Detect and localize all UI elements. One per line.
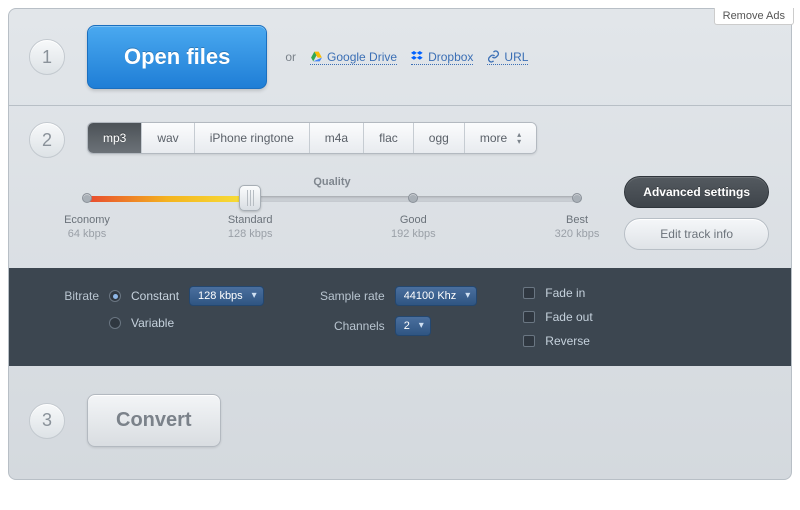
bitrate-variable-radio[interactable] xyxy=(109,317,121,329)
quality-rate-economy: 64 kbps xyxy=(52,228,122,240)
link-icon xyxy=(487,50,500,63)
channels-select[interactable]: 2 xyxy=(395,316,431,336)
sample-rate-select[interactable]: 44100 Khz xyxy=(395,286,478,306)
quality-tick-best[interactable] xyxy=(572,193,582,203)
dropbox-label: Dropbox xyxy=(428,50,473,64)
google-drive-icon xyxy=(310,50,323,63)
bitrate-constant-label: Constant xyxy=(131,289,179,303)
quality-slider-area: Quality Economy64 kbps Standard128 kbps … xyxy=(87,176,577,244)
url-label: URL xyxy=(504,50,528,64)
quality-slider[interactable] xyxy=(87,196,577,202)
format-tab-m4a[interactable]: m4a xyxy=(310,123,364,153)
more-stepper-icon: ▴▾ xyxy=(517,131,521,145)
converter-panel: 1 Open files or Google Drive Dropbox URL… xyxy=(8,8,792,480)
quality-rate-best: 320 kbps xyxy=(542,228,612,240)
quality-stop-economy: Economy xyxy=(52,214,122,226)
google-drive-link[interactable]: Google Drive xyxy=(310,50,397,65)
step-2-badge: 2 xyxy=(29,122,65,158)
quality-tick-economy[interactable] xyxy=(82,193,92,203)
format-tab-iphone[interactable]: iPhone ringtone xyxy=(195,123,310,153)
quality-stop-best: Best xyxy=(542,214,612,226)
format-tabs: mp3 wav iPhone ringtone m4a flac ogg mor… xyxy=(87,122,537,154)
quality-label: Quality xyxy=(87,176,577,188)
advanced-panel: Bitrate Constant 128 kbps Variable Sampl… xyxy=(9,268,791,366)
quality-slider-fill xyxy=(87,196,250,202)
format-tab-flac[interactable]: flac xyxy=(364,123,414,153)
quality-rate-standard: 128 kbps xyxy=(215,228,285,240)
format-tab-wav[interactable]: wav xyxy=(142,123,194,153)
advanced-settings-button[interactable]: Advanced settings xyxy=(624,176,769,208)
fade-in-label: Fade in xyxy=(545,286,585,300)
open-files-button[interactable]: Open files xyxy=(87,25,267,89)
format-tab-more[interactable]: more ▴▾ xyxy=(465,123,536,153)
or-label: or xyxy=(285,50,296,64)
bitrate-label: Bitrate xyxy=(59,289,99,303)
google-drive-label: Google Drive xyxy=(327,50,397,64)
url-link[interactable]: URL xyxy=(487,50,528,65)
format-tab-mp3[interactable]: mp3 xyxy=(88,123,142,153)
quality-rate-good: 192 kbps xyxy=(378,228,448,240)
step-2-section: 2 mp3 wav iPhone ringtone m4a flac ogg m… xyxy=(9,106,791,366)
quality-stop-good: Good xyxy=(378,214,448,226)
quality-tick-good[interactable] xyxy=(408,193,418,203)
fade-in-checkbox[interactable] xyxy=(523,287,535,299)
fade-out-checkbox[interactable] xyxy=(523,311,535,323)
channels-label: Channels xyxy=(310,319,385,333)
quality-stop-standard: Standard xyxy=(215,214,285,226)
reverse-checkbox[interactable] xyxy=(523,335,535,347)
edit-track-info-button[interactable]: Edit track info xyxy=(624,218,769,250)
step-3-badge: 3 xyxy=(29,403,65,439)
step-1-badge: 1 xyxy=(29,39,65,75)
format-tab-ogg[interactable]: ogg xyxy=(414,123,465,153)
reverse-label: Reverse xyxy=(545,334,590,348)
sample-rate-label: Sample rate xyxy=(310,289,385,303)
quality-slider-handle[interactable] xyxy=(239,185,261,211)
more-label: more xyxy=(480,131,507,145)
bitrate-variable-label: Variable xyxy=(131,316,174,330)
fade-out-label: Fade out xyxy=(545,310,592,324)
step-3-section: 3 Convert xyxy=(9,366,791,479)
dropbox-link[interactable]: Dropbox xyxy=(411,50,473,65)
convert-button[interactable]: Convert xyxy=(87,394,221,447)
dropbox-icon xyxy=(411,50,424,63)
bitrate-constant-radio[interactable] xyxy=(109,290,121,302)
step-1-section: 1 Open files or Google Drive Dropbox URL xyxy=(9,9,791,106)
bitrate-select[interactable]: 128 kbps xyxy=(189,286,264,306)
